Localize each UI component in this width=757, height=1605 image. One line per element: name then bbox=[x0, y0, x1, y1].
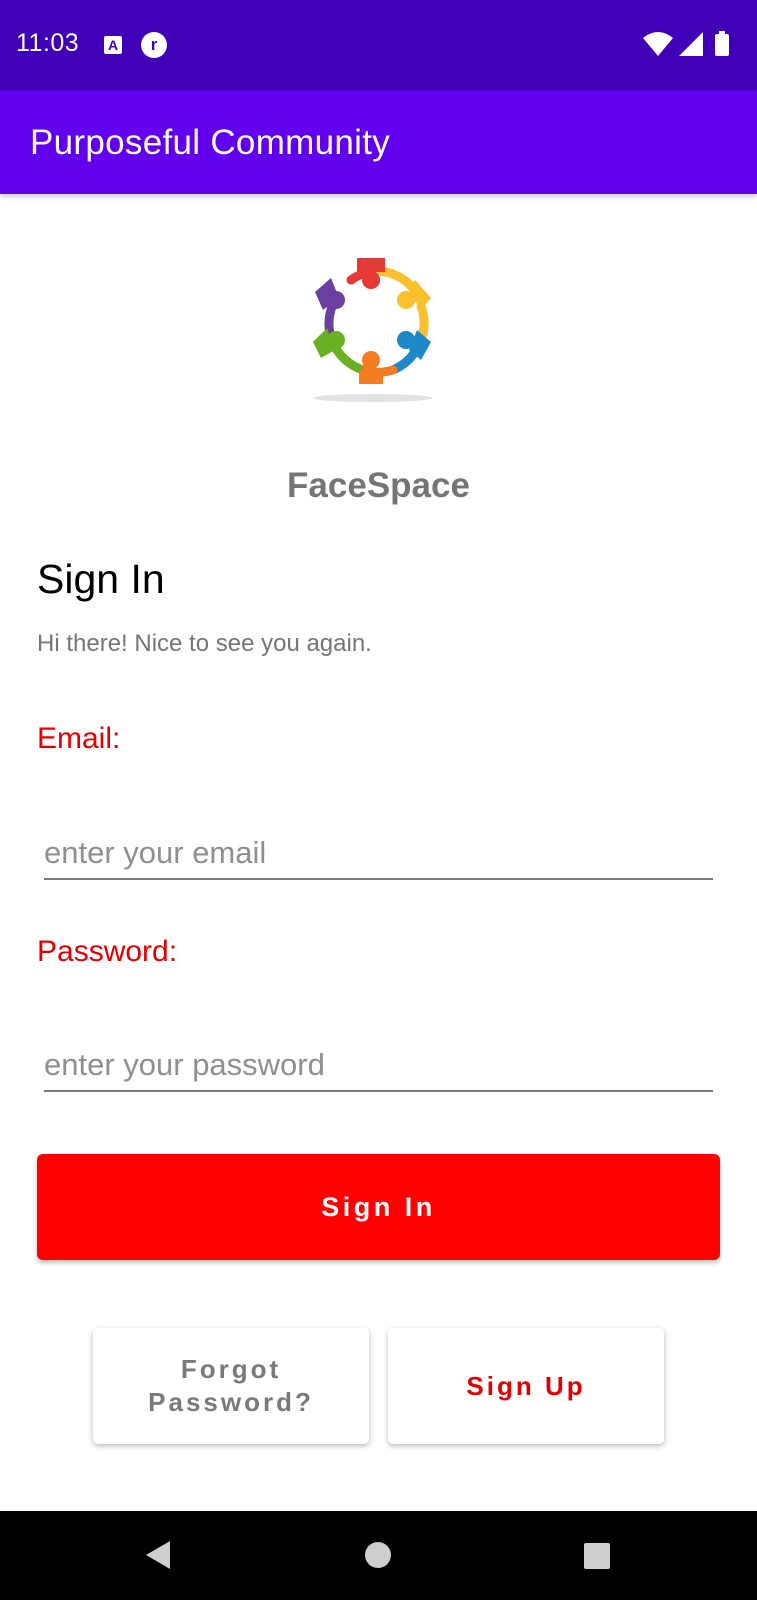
system-nav-bar bbox=[0, 1511, 757, 1600]
sign-up-button[interactable]: Sign Up bbox=[388, 1328, 664, 1444]
sign-in-button[interactable]: Sign In bbox=[37, 1154, 720, 1260]
sign-in-button-label: Sign In bbox=[321, 1191, 436, 1222]
community-circle-logo bbox=[313, 258, 433, 402]
back-icon[interactable] bbox=[146, 1541, 170, 1569]
battery-icon bbox=[715, 34, 729, 56]
a-letter-icon: A bbox=[104, 36, 122, 54]
email-label: Email: bbox=[37, 722, 121, 755]
r-circle-icon: r bbox=[141, 32, 167, 58]
wifi-icon bbox=[643, 32, 673, 56]
forgot-password-button[interactable]: Forgot Password? bbox=[93, 1328, 369, 1444]
page-subtitle: Hi there! Nice to see you again. bbox=[37, 630, 372, 657]
status-time: 11:03 bbox=[16, 29, 80, 57]
brand-name: FaceSpace bbox=[287, 466, 470, 505]
status-right-icons bbox=[643, 31, 729, 56]
home-icon[interactable] bbox=[365, 1542, 391, 1568]
forgot-label-line2: Password? bbox=[148, 1387, 314, 1417]
nav-bar-icons bbox=[146, 1541, 610, 1569]
app-bar: Purposeful Community bbox=[0, 90, 757, 194]
app-title: Purposeful Community bbox=[30, 123, 391, 162]
cell-signal-icon bbox=[679, 32, 703, 56]
page-title: Sign In bbox=[37, 556, 165, 602]
sign-up-button-label: Sign Up bbox=[466, 1370, 586, 1401]
status-bar: 11:03 A r bbox=[0, 0, 757, 90]
forgot-label-line1: Forgot bbox=[180, 1354, 282, 1384]
email-field[interactable] bbox=[44, 828, 713, 880]
password-field[interactable] bbox=[44, 1040, 713, 1092]
password-label: Password: bbox=[37, 935, 178, 968]
recents-icon[interactable] bbox=[584, 1543, 610, 1569]
